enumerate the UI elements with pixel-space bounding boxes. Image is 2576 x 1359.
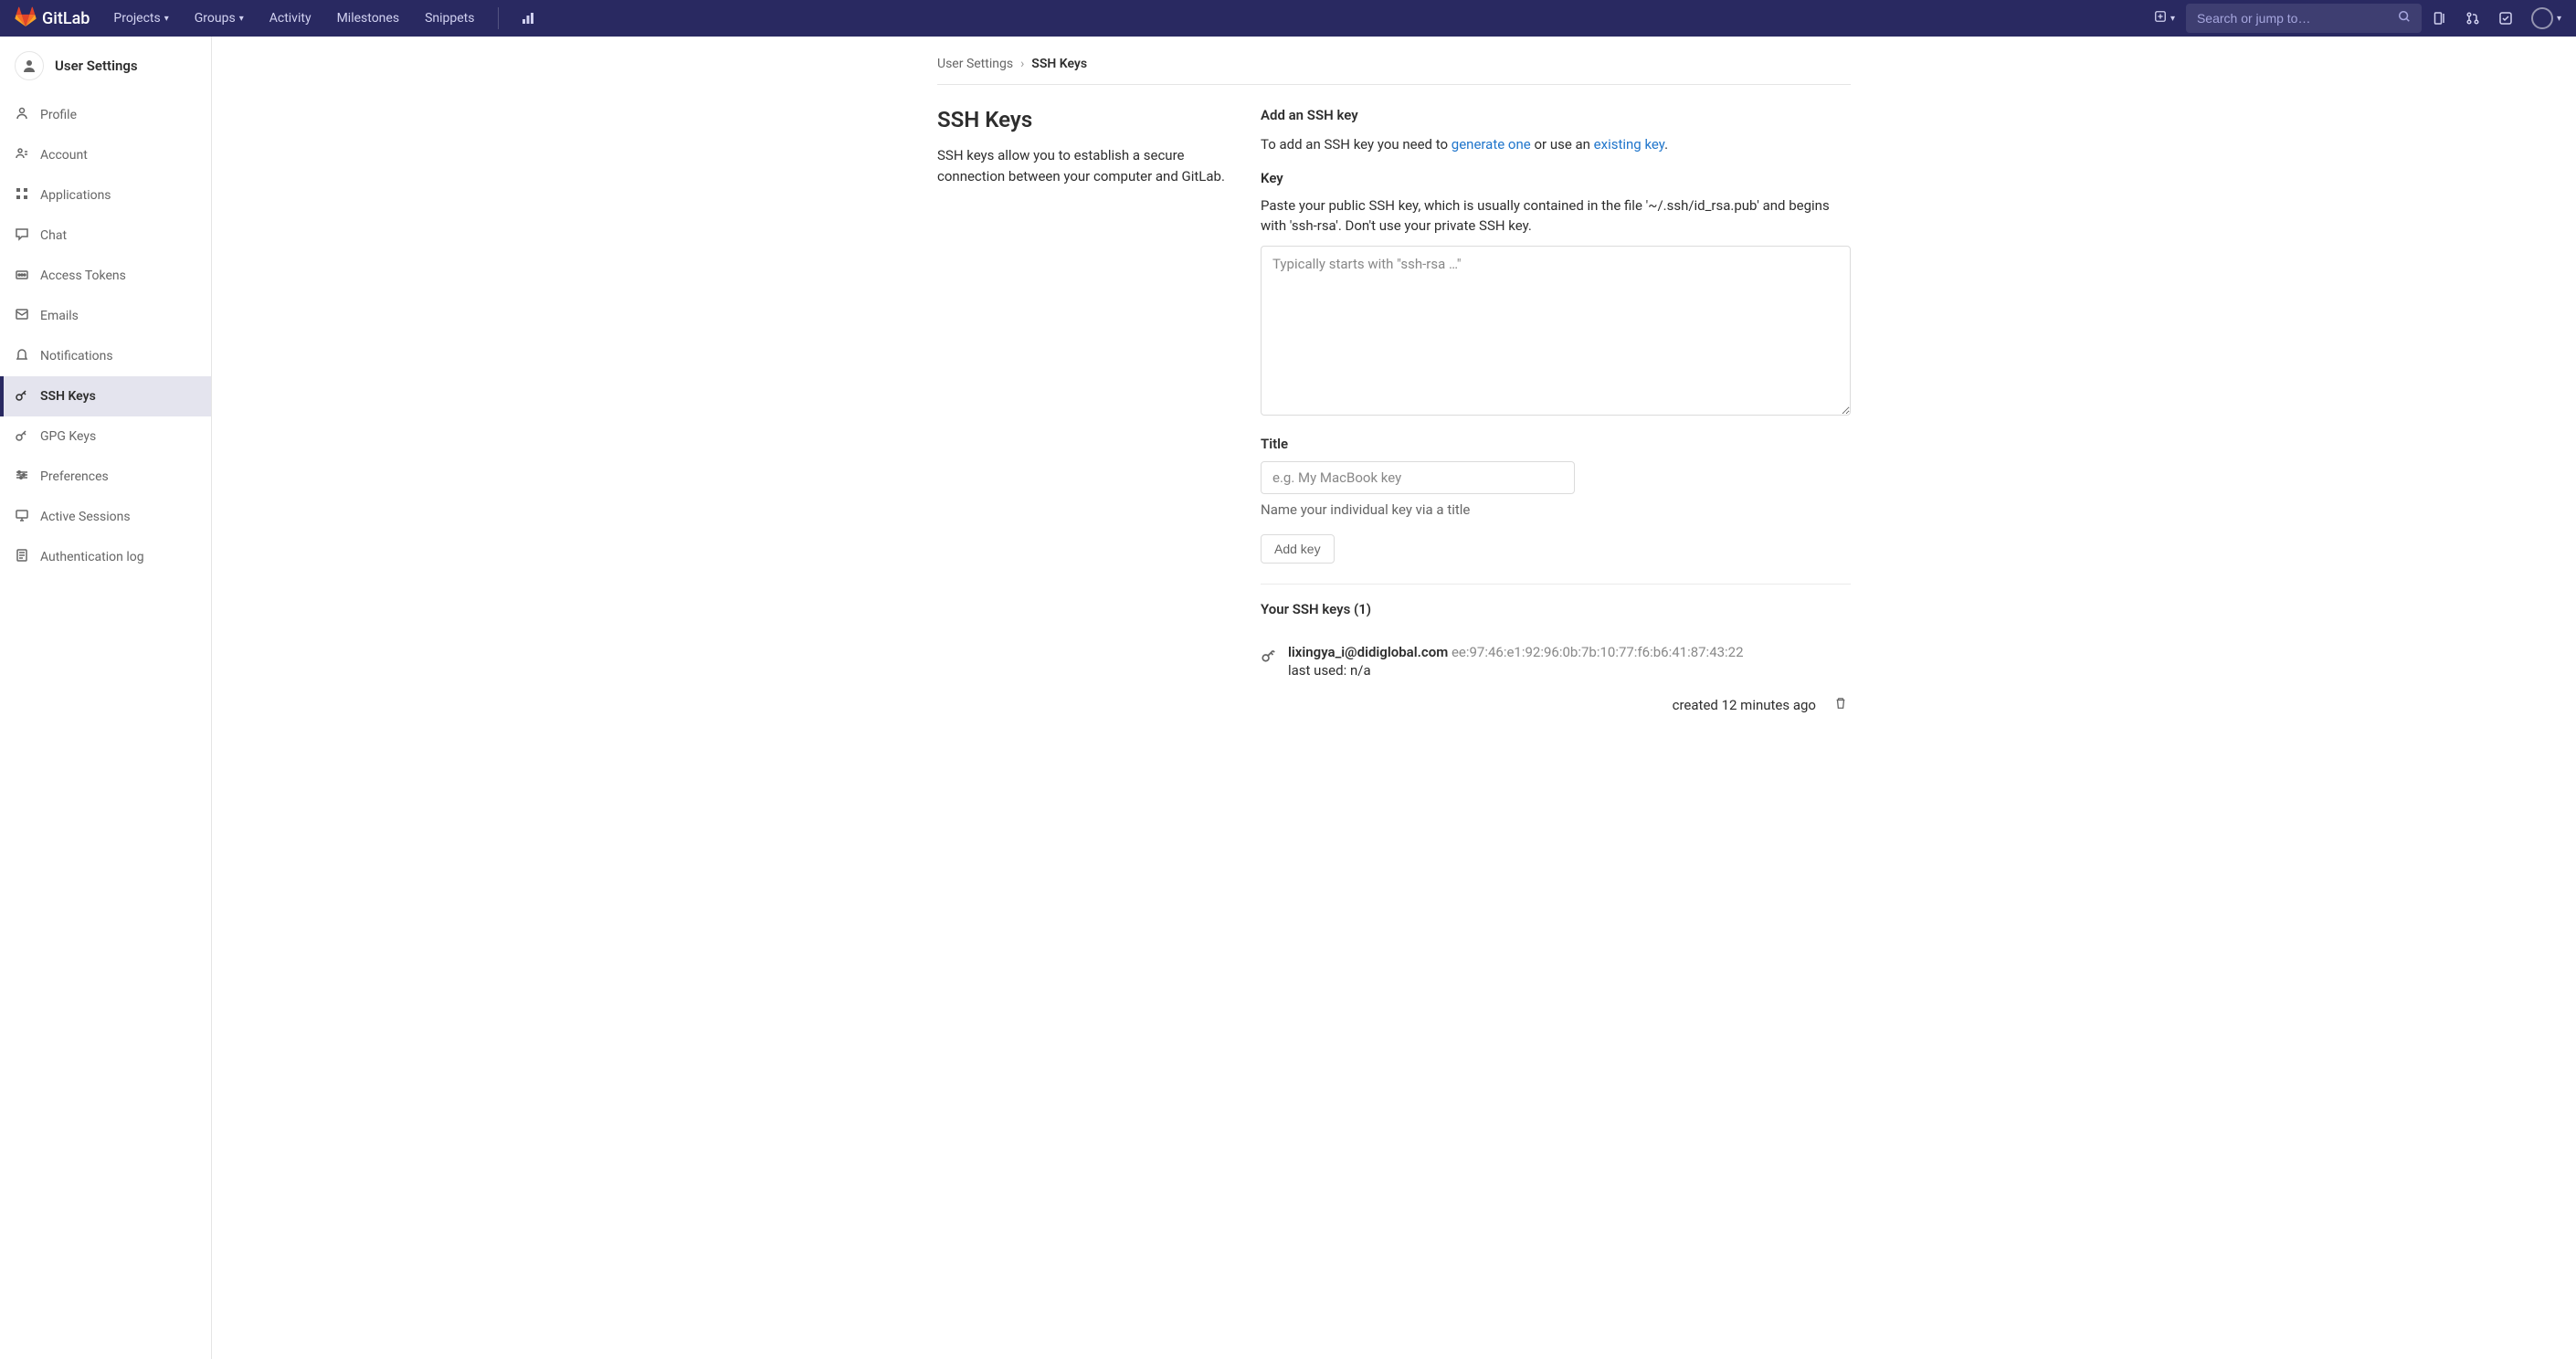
key-last-used-label: last used: <box>1288 662 1346 679</box>
sidebar-title: User Settings <box>55 58 138 74</box>
chevron-down-icon: ▾ <box>239 14 244 24</box>
generate-one-link[interactable]: generate one <box>1452 136 1531 153</box>
chevron-right-icon: › <box>1020 57 1024 71</box>
key-created: created 12 minutes ago <box>1673 697 1816 713</box>
search-input[interactable] <box>2197 11 2398 26</box>
sidebar-item-label: GPG Keys <box>40 429 96 444</box>
sidebar: User Settings Profile Account Applicatio… <box>0 37 212 1359</box>
sidebar-item-preferences[interactable]: Preferences <box>0 457 211 497</box>
issues-icon[interactable] <box>2425 5 2455 31</box>
global-search[interactable] <box>2186 4 2422 33</box>
main-content: User Settings › SSH Keys SSH Keys SSH ke… <box>212 37 2576 1359</box>
sidebar-item-label: Applications <box>40 188 111 203</box>
emails-icon <box>15 307 29 325</box>
key-hint: Paste your public SSH key, which is usua… <box>1261 195 1851 237</box>
sidebar-item-label: Access Tokens <box>40 269 126 283</box>
sidebar-item-authentication-log[interactable]: Authentication log <box>0 537 211 577</box>
chat-icon <box>15 226 29 245</box>
key-last-used-value: n/a <box>1350 662 1371 679</box>
sidebar-item-notifications[interactable]: Notifications <box>0 336 211 376</box>
analytics-icon[interactable] <box>513 5 543 31</box>
section-title: SSH Keys <box>937 107 1239 132</box>
avatar <box>2531 7 2553 29</box>
search-icon <box>2398 10 2411 26</box>
chevron-down-icon: ▾ <box>2170 14 2175 24</box>
title-label: Title <box>1261 436 1851 452</box>
todos-icon[interactable] <box>2491 5 2520 31</box>
user-menu[interactable]: ▾ <box>2524 7 2561 29</box>
title-input[interactable] <box>1261 461 1575 494</box>
applications-icon <box>15 186 29 205</box>
sessions-icon <box>15 508 29 526</box>
breadcrumbs: User Settings › SSH Keys <box>937 49 1851 85</box>
sidebar-item-label: Notifications <box>40 349 113 363</box>
sidebar-item-label: Profile <box>40 108 77 122</box>
nav-snippets[interactable]: Snippets <box>416 5 483 31</box>
sidebar-item-label: Authentication log <box>40 550 144 564</box>
navbar: GitLab Projects▾ Groups▾ Activity Milest… <box>0 0 2576 37</box>
add-ssh-key-text: To add an SSH key you need to generate o… <box>1261 134 1851 155</box>
delete-key-button[interactable] <box>1834 697 1851 713</box>
sidebar-item-label: SSH Keys <box>40 389 96 404</box>
key-icon <box>15 387 29 406</box>
nav-divider <box>498 7 499 29</box>
sidebar-item-profile[interactable]: Profile <box>0 95 211 135</box>
key-label: Key <box>1261 170 1851 186</box>
sidebar-item-gpg-keys[interactable]: GPG Keys <box>0 416 211 457</box>
authlog-icon <box>15 548 29 566</box>
nav-milestones[interactable]: Milestones <box>328 5 409 31</box>
preferences-icon <box>15 468 29 486</box>
sidebar-item-label: Active Sessions <box>40 510 131 524</box>
sidebar-item-label: Emails <box>40 309 79 323</box>
section-description: SSH keys allow you to establish a secure… <box>937 145 1239 186</box>
merge-requests-icon[interactable] <box>2458 5 2487 31</box>
profile-icon <box>15 106 29 124</box>
sidebar-item-label: Preferences <box>40 469 109 484</box>
gitlab-brand-text: GitLab <box>42 9 90 28</box>
key-name[interactable]: lixingya_i@didiglobal.com <box>1288 644 1448 660</box>
new-dropdown[interactable]: ▾ <box>2147 6 2182 30</box>
breadcrumb-user-settings[interactable]: User Settings <box>937 57 1013 71</box>
account-icon <box>15 146 29 164</box>
nav-projects[interactable]: Projects▾ <box>104 5 177 31</box>
existing-key-link[interactable]: existing key <box>1594 136 1664 153</box>
key-fingerprint: ee:97:46:e1:92:96:0b:7b:10:77:f6:b6:41:8… <box>1452 644 1744 660</box>
sidebar-item-label: Account <box>40 148 88 163</box>
divider <box>1261 584 1851 585</box>
nav-groups[interactable]: Groups▾ <box>185 5 253 31</box>
sidebar-item-access-tokens[interactable]: Access Tokens <box>0 256 211 296</box>
sidebar-item-label: Chat <box>40 228 67 243</box>
ssh-key-row: lixingya_i@didiglobal.com ee:97:46:e1:92… <box>1261 634 1851 722</box>
breadcrumb-ssh-keys: SSH Keys <box>1031 57 1087 71</box>
your-ssh-keys-heading: Your SSH keys (1) <box>1261 601 1851 617</box>
sidebar-item-active-sessions[interactable]: Active Sessions <box>0 497 211 537</box>
gitlab-logo-icon <box>15 5 37 31</box>
sidebar-item-ssh-keys[interactable]: SSH Keys <box>0 376 211 416</box>
sidebar-header: User Settings <box>0 37 211 95</box>
sidebar-item-applications[interactable]: Applications <box>0 175 211 216</box>
add-ssh-key-heading: Add an SSH key <box>1261 107 1851 123</box>
key-textarea[interactable] <box>1261 246 1851 416</box>
plus-icon <box>2154 10 2167 26</box>
sidebar-item-emails[interactable]: Emails <box>0 296 211 336</box>
gitlab-logo-link[interactable]: GitLab <box>15 5 90 31</box>
chevron-down-icon: ▾ <box>164 14 169 24</box>
sidebar-item-account[interactable]: Account <box>0 135 211 175</box>
key-icon <box>1261 643 1277 667</box>
user-settings-avatar <box>15 51 44 80</box>
notifications-icon <box>15 347 29 365</box>
sidebar-item-chat[interactable]: Chat <box>0 216 211 256</box>
add-key-button[interactable]: Add key <box>1261 534 1335 564</box>
key-icon <box>15 427 29 446</box>
title-help: Name your individual key via a title <box>1261 501 1851 518</box>
nav-activity[interactable]: Activity <box>260 5 321 31</box>
tokens-icon <box>15 267 29 285</box>
chevron-down-icon: ▾ <box>2557 14 2561 24</box>
